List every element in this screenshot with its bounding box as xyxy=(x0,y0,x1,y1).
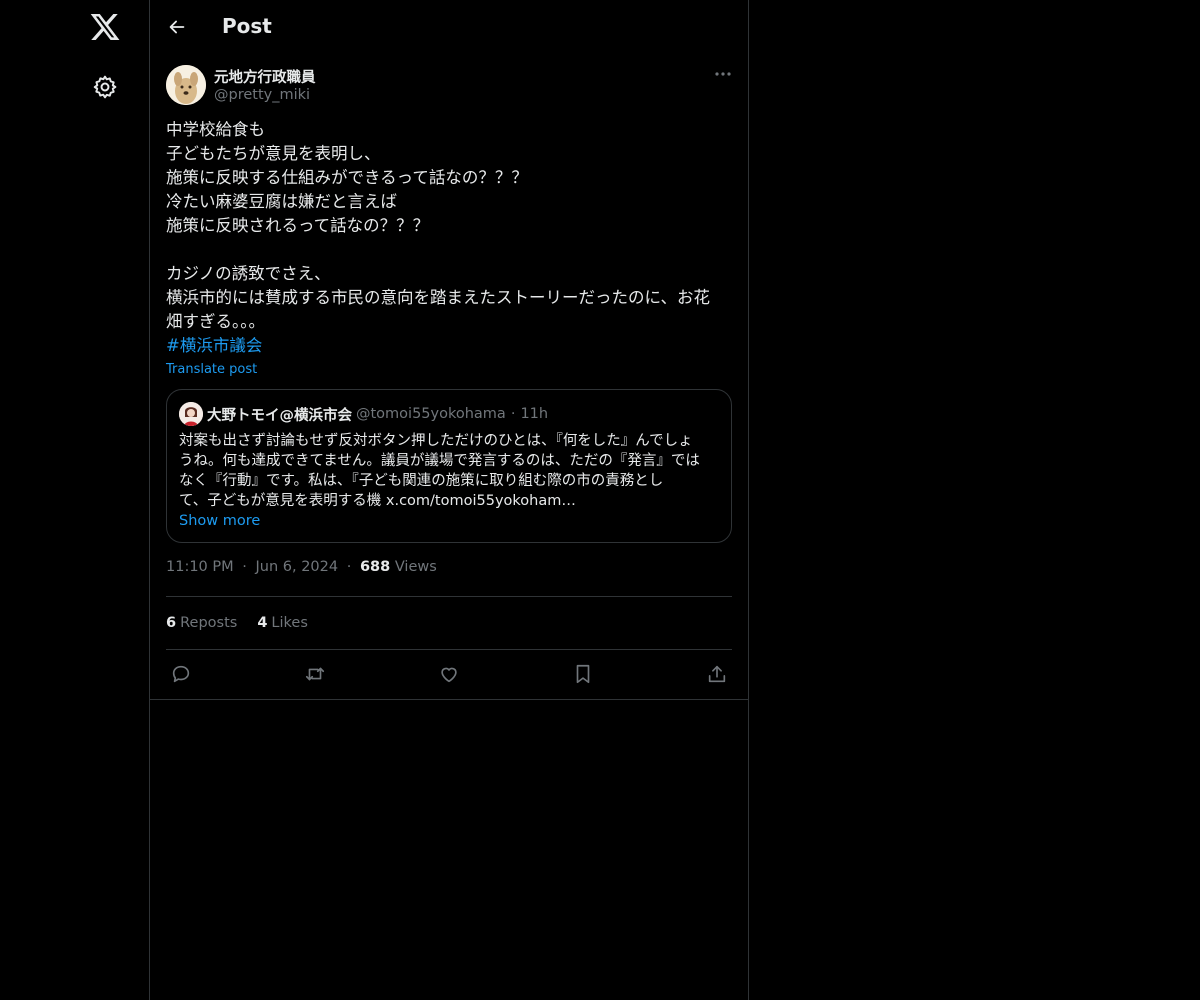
quoted-text: 対案も出さず討論もせず反対ボタン押しただけのひとは、『何をした』んでしょ うね。… xyxy=(179,431,719,531)
post-text-line: 施策に反映されるって話なの？？？ xyxy=(166,216,430,235)
likes-count: 4 xyxy=(257,615,268,631)
translate-post-link[interactable]: Translate post xyxy=(166,362,257,377)
quoted-text-line: なく『行動』です。私は、『子ども関連の施策に取り組む際の市の責務とし xyxy=(179,473,664,489)
x-logo-icon[interactable] xyxy=(89,11,121,43)
post-text-blank-line xyxy=(166,238,732,262)
post-text-line: 畑すぎる。。。 xyxy=(166,312,265,331)
quoted-avatar xyxy=(179,402,203,426)
likes-stat[interactable]: 4 Likes xyxy=(257,615,308,631)
quoted-avatar-portrait-icon xyxy=(179,402,203,426)
post: 元地方行政職員 @pretty_miki 中学校給食も 子どもたちが意見を表明し… xyxy=(150,53,748,697)
post-time[interactable]: 11:10 PM xyxy=(166,559,234,575)
post-text-line: 子どもたちが意見を表明し、 xyxy=(166,144,381,163)
settings-gear-icon[interactable] xyxy=(92,74,118,100)
post-text-line: 中学校給食も xyxy=(166,120,265,139)
show-more-link[interactable]: Show more xyxy=(179,511,260,531)
author-name[interactable]: 元地方行政職員 xyxy=(214,66,316,87)
share-icon[interactable] xyxy=(706,663,728,685)
like-heart-icon[interactable] xyxy=(438,663,460,685)
hashtag-link[interactable]: #横浜市議会 xyxy=(166,334,732,358)
repost-icon[interactable] xyxy=(304,663,326,685)
author-handle[interactable]: @pretty_miki xyxy=(214,87,310,103)
post-text-line: 施策に反映する仕組みができるって話なの？？？ xyxy=(166,168,528,187)
separator-dot: · xyxy=(242,559,247,575)
main-column: Post 元地方行政職員 @pretty_miki 中学校給食も 子どもたちが意… xyxy=(149,0,749,1000)
reposts-stat[interactable]: 6 Reposts xyxy=(166,615,237,631)
engagement-stats: 6 Reposts 4 Likes xyxy=(166,597,732,649)
post-bottom-border xyxy=(150,699,748,700)
quoted-timestamp: 11h xyxy=(520,406,549,422)
author-row: 元地方行政職員 @pretty_miki xyxy=(166,53,732,117)
post-text-line: 冷たい麻婆豆腐は嫌だと言えば xyxy=(166,192,397,211)
reposts-count: 6 xyxy=(166,615,177,631)
likes-label: Likes xyxy=(271,615,308,631)
separator-dot: · xyxy=(346,559,352,575)
avatar[interactable] xyxy=(166,65,206,105)
post-date[interactable]: Jun 6, 2024 xyxy=(255,559,338,575)
quoted-post-header: 大野トモイ@横浜市会 @tomoi55yokohama · 11h xyxy=(179,402,719,426)
page-title: Post xyxy=(222,14,272,38)
bookmark-icon[interactable] xyxy=(572,663,594,685)
post-header: Post xyxy=(150,0,748,53)
back-arrow-icon[interactable] xyxy=(166,16,188,38)
reposts-label: Reposts xyxy=(180,615,238,631)
post-text-line: 横浜市的には賛成する市民の意向を踏まえたストーリーだったのに、お花 xyxy=(166,288,711,307)
left-nav xyxy=(0,0,150,1000)
views-count: 688 xyxy=(359,559,391,575)
post-text-line: カジノの誘致でさえ、 xyxy=(166,264,331,283)
avatar-dog-icon xyxy=(166,65,206,105)
quoted-author-handle: @tomoi55yokohama xyxy=(356,406,506,422)
separator-dot: · xyxy=(510,406,516,422)
more-dots-icon[interactable] xyxy=(714,67,732,81)
reply-icon[interactable] xyxy=(170,663,192,685)
quoted-text-line: 対案も出さず討論もせず反対ボタン押しただけのひとは、『何をした』んでしょ xyxy=(179,433,693,449)
quoted-post[interactable]: 大野トモイ@横浜市会 @tomoi55yokohama · 11h 対案も出さず… xyxy=(166,389,732,543)
action-bar xyxy=(166,650,732,697)
quoted-text-line: て、子どもが意見を表明する機 x.com/tomoi55yokoham… xyxy=(179,493,576,509)
views-label: Views xyxy=(394,559,437,575)
post-text: 中学校給食も 子どもたちが意見を表明し、 施策に反映する仕組みができるって話なの… xyxy=(166,118,732,334)
quoted-text-line: うね。何も達成できてません。議員が議場で発言するのは、ただの『発言』では xyxy=(179,453,700,469)
quoted-author-name: 大野トモイ@横浜市会 xyxy=(207,407,352,424)
post-meta: 11:10 PM · Jun 6, 2024 · 688 Views xyxy=(166,559,732,581)
